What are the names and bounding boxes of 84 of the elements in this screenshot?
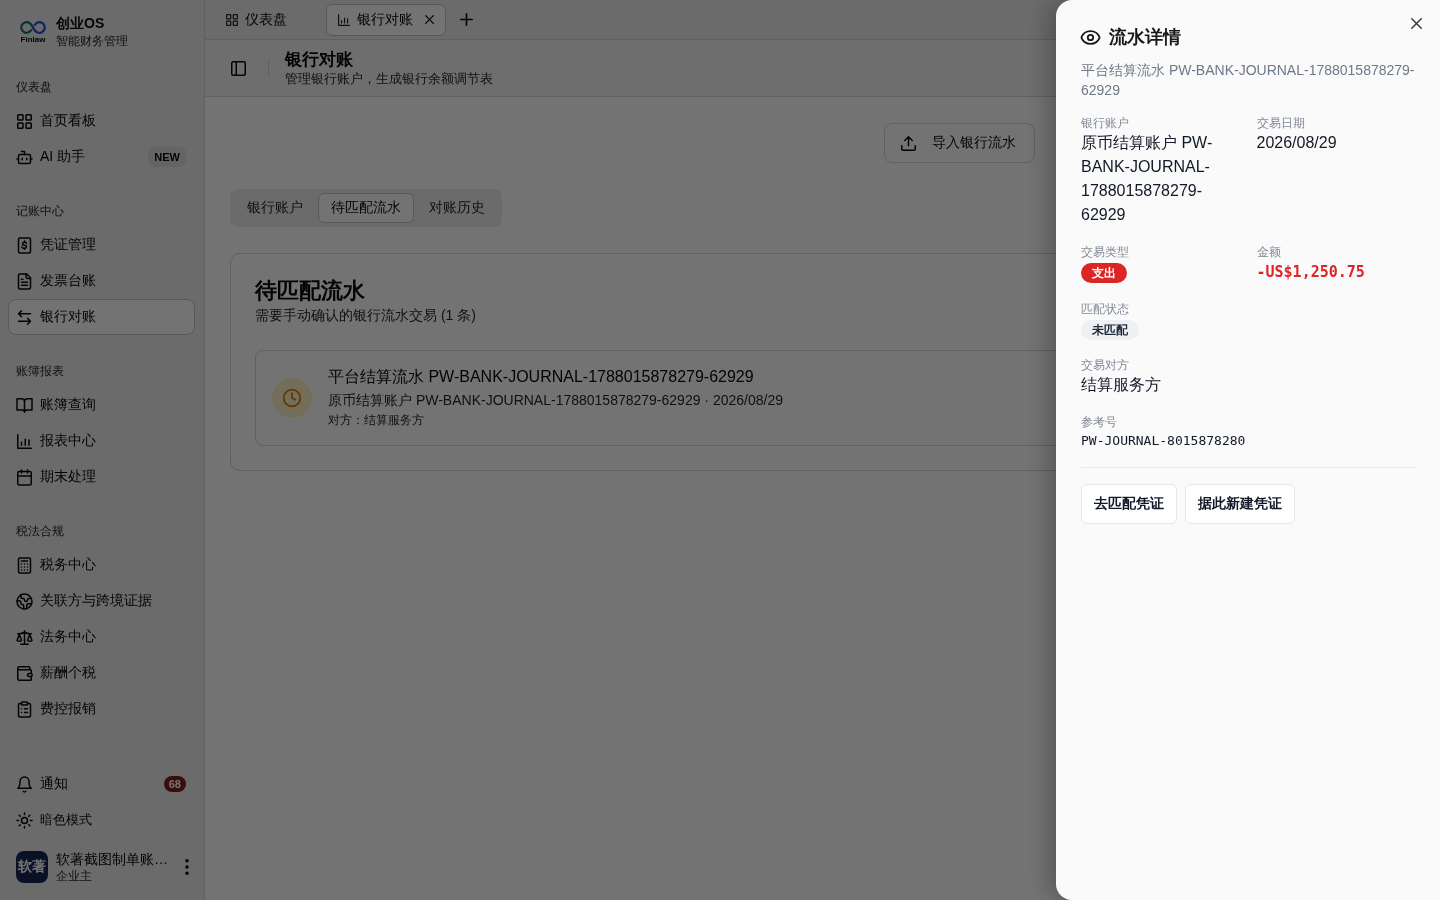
nav-item[interactable]: 期末处理 [8,459,195,495]
field-value: 2026/08/29 [1256,133,1337,153]
card-title: 待匹配流水 [255,277,365,305]
field-label: 交易日期 [1256,115,1305,131]
bell-icon [17,776,32,792]
field-value: 原币结算账户 PW-BANK-JOURNAL-1788015878279-62929 [1081,133,1214,225]
nav-section-heading: 账簿报表 [15,363,64,380]
page-subtitle: 管理银行账户，生成银行余额调节表 [285,71,493,87]
more-icon [185,859,189,875]
upload-icon [901,135,916,151]
wallet-icon [17,665,32,681]
amount-value: -US$1,250.75 [1256,262,1365,283]
grid-icon [226,13,238,26]
calendar-icon [17,469,32,485]
open-book-icon [17,397,32,413]
swap-arrows-icon [17,309,32,325]
view-tab[interactable]: 对账历史 [416,193,498,223]
bar-chart-icon [17,433,32,449]
nav-item[interactable]: 银行对账 [8,299,195,335]
action-button[interactable]: 去匹配凭证 [1081,484,1177,524]
nav-item[interactable]: 报表中心 [8,423,195,459]
nav-item[interactable]: 首页看板 [8,103,195,139]
infinity-logo-icon [20,20,46,34]
nav-section-heading: 记账中心 [15,203,64,220]
user-role: 企业主 [56,868,92,884]
field-label: 参考号 [1081,414,1117,430]
clipboard-icon [17,701,32,717]
page-title: 银行对账 [285,49,353,71]
close-icon [1410,17,1422,29]
action-button[interactable]: 据此新建凭证 [1185,484,1295,524]
field-label: 银行账户 [1081,115,1129,131]
clock-icon [272,378,312,418]
field-label: 交易类型 [1081,244,1129,260]
nav-item[interactable]: 发票台账 [8,263,195,299]
document-icon [17,273,32,289]
status-badge: 支出 [1081,263,1127,283]
logo-wordmark: Finlaw [20,34,46,44]
nav-item[interactable]: 账簿查询 [8,387,195,423]
nav-item[interactable]: 关联方与跨境证据 [8,583,195,619]
brand-name: 创业OS [56,14,105,32]
nav-item[interactable]: 费控报销 [8,691,195,727]
transaction-counterparty: 对方：结算服务方 [328,412,424,429]
sun-icon [17,812,32,828]
calculator-icon [17,557,32,573]
field-value: 结算服务方 [1081,375,1161,395]
nav-section-heading: 仪表盘 [15,79,52,96]
add-tab-button[interactable] [458,11,475,28]
import-button[interactable]: 导入银行流水 [884,123,1035,163]
field-label: 匹配状态 [1081,301,1129,317]
page-tab[interactable]: 银行对账 [326,3,446,36]
sidebar-footer-item[interactable]: 暗色模式 [8,802,195,838]
page-tab[interactable]: 仪表盘 [214,3,314,36]
robot-icon [17,149,32,165]
field-label: 金额 [1256,244,1281,260]
globe-icon [17,593,32,609]
nav-item[interactable]: 法务中心 [8,619,195,655]
card-subtitle: 需要手动确认的银行流水交易 (1 条) [255,306,476,325]
user-avatar: 软著 [16,851,48,883]
view-tab[interactable]: 待匹配流水 [318,193,414,223]
grid-icon [17,113,32,129]
panel-icon [230,60,246,76]
dollar-document-icon [17,237,32,253]
brand-tagline: 智能财务管理 [56,33,128,50]
bar-chart-icon [338,13,350,26]
transaction-meta: 原币结算账户 PW-BANK-JOURNAL-1788015878279-62929 · 2026/08/29 [328,391,783,410]
field-label: 交易对方 [1081,357,1129,373]
notification-count-badge: 68 [163,776,186,792]
nav-item[interactable]: 税务中心 [8,547,195,583]
plus-icon [460,13,473,26]
nav-item[interactable]: 薪酬个税 [8,655,195,691]
drawer-subtitle: 平台结算流水 PW-BANK-JOURNAL-1788015878279-62929 [1081,61,1416,100]
sidebar-footer-item[interactable]: 通知 68 [8,766,195,802]
drawer-title: 流水详情 [1109,26,1181,49]
nav-item[interactable]: AI 助手 NEW [8,139,195,175]
user-name: 软著截图制单账… [56,850,168,868]
status-badge: 未匹配 [1081,320,1139,340]
close-icon[interactable] [425,15,434,24]
nav-item[interactable]: 凭证管理 [8,227,195,263]
scale-icon [17,629,32,645]
view-tab[interactable]: 银行账户 [234,193,316,223]
nav-badge: NEW [148,147,186,167]
eye-icon [1081,29,1100,45]
nav-section-heading: 税法合规 [15,523,64,540]
transaction-title: 平台结算流水 PW-BANK-JOURNAL-1788015878279-62929 [328,367,754,387]
